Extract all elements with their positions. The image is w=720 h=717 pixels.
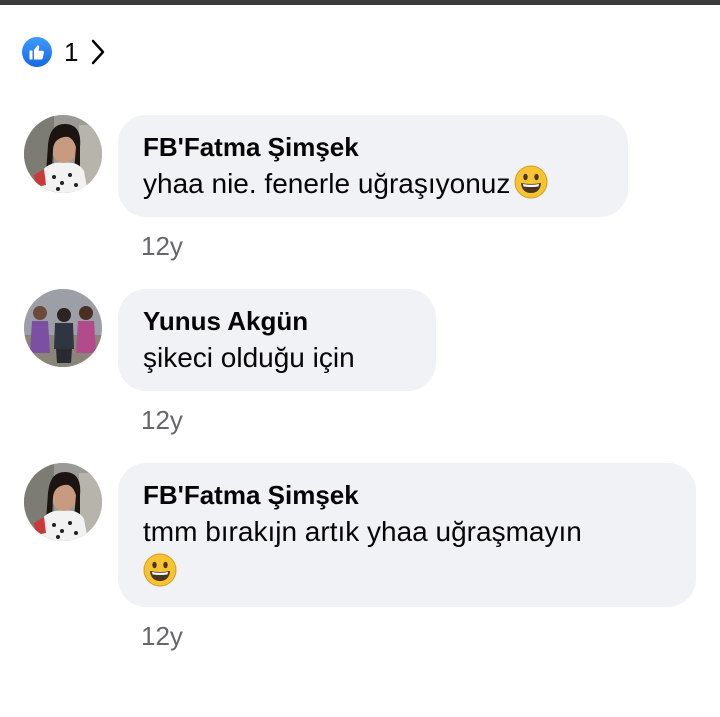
- avatar[interactable]: [24, 289, 102, 367]
- top-edge-bar: [0, 0, 720, 5]
- comment-text: tmm bırakıjn artık yhaa uğraşmayın: [143, 516, 582, 547]
- comment-emoji-line: [143, 552, 670, 592]
- comment-author[interactable]: FB'Fatma Şimşek: [143, 130, 602, 164]
- reactions-summary[interactable]: 1: [22, 36, 106, 68]
- comment-timestamp[interactable]: 12y: [141, 405, 183, 436]
- avatar[interactable]: [24, 115, 102, 193]
- grinning-face-emoji: [143, 553, 177, 587]
- comment-bubble: FB'Fatma Şimşek tmm bırakıjn artık yhaa …: [118, 463, 696, 607]
- avatar[interactable]: [24, 463, 102, 541]
- comment-text: şikeci olduğu için: [143, 342, 355, 373]
- comment-author[interactable]: FB'Fatma Şimşek: [143, 478, 670, 512]
- comment-timestamp[interactable]: 12y: [141, 231, 183, 262]
- chevron-right-icon[interactable]: [90, 38, 106, 66]
- comment-timestamp[interactable]: 12y: [141, 621, 183, 652]
- like-icon: [22, 37, 52, 67]
- comment-bubble: Yunus Akgün şikeci olduğu için: [118, 289, 436, 391]
- comment-bubble: FB'Fatma Şimşek yhaa nie. fenerle uğraşı…: [118, 115, 628, 217]
- grinning-face-emoji: [514, 165, 548, 199]
- comment-text: yhaa nie. fenerle uğraşıyonuz: [143, 168, 511, 199]
- comment-text-line: yhaa nie. fenerle uğraşıyonuz: [143, 164, 602, 204]
- comment-author[interactable]: Yunus Akgün: [143, 304, 410, 338]
- reaction-count: 1: [64, 36, 79, 67]
